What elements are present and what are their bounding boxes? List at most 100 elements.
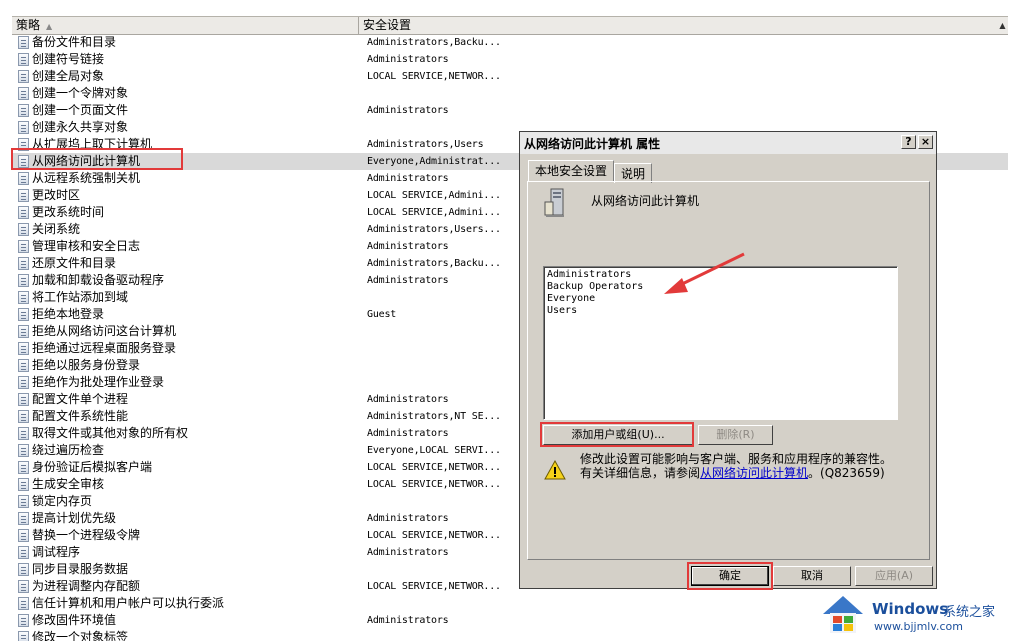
policy-icon <box>18 393 29 406</box>
policy-icon <box>18 597 29 610</box>
warning-line-1: 修改此设置可能影响与客户端、服务和应用程序的兼容性。 <box>580 452 893 466</box>
policy-icon <box>18 172 29 185</box>
column-header-setting[interactable]: 安全设置 <box>359 17 995 34</box>
policy-icon <box>18 121 29 134</box>
policy-name: 修改固件环境值 <box>32 613 117 627</box>
policy-name: 绕过遍历检查 <box>32 443 105 457</box>
tab-explain[interactable]: 说明 <box>614 163 653 183</box>
column-header-policy[interactable]: 策略 ▲ <box>12 17 359 34</box>
policy-setting-value: LOCAL SERVICE,NETWOR... <box>367 462 501 473</box>
scroll-up-icon[interactable]: ▲ <box>997 17 1008 34</box>
cancel-button[interactable]: 取消 <box>773 566 851 586</box>
server-icon <box>544 188 564 217</box>
policy-name: 为进程调整内存配额 <box>32 579 141 593</box>
policy-setting-value: Administrators <box>367 513 449 524</box>
policy-name: 调试程序 <box>32 545 81 559</box>
highlight-selected-row <box>11 148 183 170</box>
tab-local-security-setting[interactable]: 本地安全设置 <box>528 160 615 182</box>
policy-icon <box>18 87 29 100</box>
policy-name: 拒绝从网络访问这台计算机 <box>32 324 177 338</box>
policy-setting-value: Administrators,Users <box>367 139 484 150</box>
policy-setting-value: LOCAL SERVICE,NETWOR... <box>367 71 501 82</box>
policy-name: 信任计算机和用户帐户可以执行委派 <box>32 596 225 610</box>
policy-name: 拒绝作为批处理作业登录 <box>32 375 165 389</box>
annotation-arrow-icon <box>664 252 745 294</box>
highlight-ok-button <box>687 562 773 590</box>
sort-ascending-icon: ▲ <box>46 22 53 31</box>
watermark-brand: Windows <box>872 600 949 618</box>
policy-setting-value: Administrators <box>367 394 449 405</box>
policy-setting-value: Administrators,Backu... <box>367 37 501 48</box>
policy-setting-value: Administrators <box>367 615 449 626</box>
policy-icon <box>18 512 29 525</box>
policy-name: 同步目录服务数据 <box>32 562 129 576</box>
policy-name: 关闭系统 <box>32 222 81 236</box>
warning-text: 修改此设置可能影响与客户端、服务和应用程序的兼容性。 有关详细信息，请参阅从网络… <box>580 452 925 480</box>
policy-name: 替换一个进程级令牌 <box>32 528 141 542</box>
policy-name: 更改时区 <box>32 188 81 202</box>
warning-kb: 。(Q823659) <box>808 466 885 480</box>
policy-setting-value: LOCAL SERVICE,NETWOR... <box>367 479 501 490</box>
policy-icon <box>18 342 29 355</box>
policy-icon <box>18 291 29 304</box>
policy-name: 身份验证后模拟客户端 <box>32 460 153 474</box>
member-item[interactable]: Backup Operators <box>547 281 643 293</box>
remove-button[interactable]: 删除(R) <box>698 425 773 445</box>
policy-setting-value: Administrators,Users... <box>367 224 501 235</box>
policy-icon <box>18 427 29 440</box>
policy-icon <box>18 410 29 423</box>
policy-name: 备份文件和目录 <box>32 35 117 49</box>
policy-name: 创建一个令牌对象 <box>32 86 129 100</box>
policy-setting-value: Administrators <box>367 241 449 252</box>
table-row[interactable]: 备份文件和目录 Administrators,Backu... <box>12 34 1008 51</box>
member-item[interactable]: Everyone <box>547 293 595 305</box>
policy-name: 更改系统时间 <box>32 205 105 219</box>
policy-icon <box>18 563 29 576</box>
policy-icon <box>18 206 29 219</box>
properties-dialog: 从网络访问此计算机 属性 ? × 本地安全设置 说明 从网络访问此计算机 Adm… <box>519 131 937 590</box>
help-button[interactable]: ? <box>901 135 916 149</box>
table-row[interactable]: 创建一个页面文件 Administrators <box>12 102 1008 119</box>
apply-button[interactable]: 应用(A) <box>855 566 933 586</box>
policy-name: 从远程系统强制关机 <box>32 171 141 185</box>
policy-setting-value: Everyone,LOCAL SERVI... <box>367 445 501 456</box>
policy-name: 管理审核和安全日志 <box>32 239 141 253</box>
member-item[interactable]: Administrators <box>547 269 631 281</box>
policy-icon <box>18 257 29 270</box>
policy-icon <box>18 104 29 117</box>
policy-name: 提高计划优先级 <box>32 511 117 525</box>
policy-icon <box>18 444 29 457</box>
policy-icon <box>18 53 29 66</box>
table-row[interactable]: 创建一个令牌对象 <box>12 85 1008 102</box>
warning-line-2: 有关详细信息，请参阅从网络访问此计算机。(Q823659) <box>580 466 925 480</box>
column-header-policy-label: 策略 <box>16 18 41 32</box>
policy-name: 配置文件系统性能 <box>32 409 129 423</box>
policy-setting-value: LOCAL SERVICE,NETWOR... <box>367 530 501 541</box>
policy-name: 加载和卸载设备驱动程序 <box>32 273 165 287</box>
policy-name: 拒绝通过远程桌面服务登录 <box>32 341 177 355</box>
close-button[interactable]: × <box>918 135 933 149</box>
policy-icon <box>18 546 29 559</box>
policy-name: 锁定内存页 <box>32 494 93 508</box>
policy-icon <box>18 631 29 641</box>
policy-setting-value: Administrators <box>367 428 449 439</box>
dialog-titlebar[interactable]: 从网络访问此计算机 属性 ? × <box>520 132 936 154</box>
policy-icon <box>18 614 29 627</box>
warning-icon <box>544 460 566 480</box>
policy-icon <box>18 325 29 338</box>
policy-name: 创建符号链接 <box>32 52 105 66</box>
policy-name: 配置文件单个进程 <box>32 392 129 406</box>
policy-setting-value: Administrators,Backu... <box>367 258 501 269</box>
watermark: Windows 系统之家 www.bjjmlv.com <box>812 586 1007 638</box>
table-row[interactable]: 创建全局对象 LOCAL SERVICE,NETWOR... <box>12 68 1008 85</box>
policy-icon <box>18 274 29 287</box>
column-header-setting-label: 安全设置 <box>363 18 412 32</box>
dialog-title: 从网络访问此计算机 属性 <box>524 137 661 151</box>
windows-logo-icon <box>823 596 863 633</box>
policy-icon <box>18 308 29 321</box>
policy-icon <box>18 36 29 49</box>
policy-name: 创建永久共享对象 <box>32 120 129 134</box>
help-link[interactable]: 从网络访问此计算机 <box>700 466 808 480</box>
member-item[interactable]: Users <box>547 305 577 317</box>
table-row[interactable]: 创建符号链接 Administrators <box>12 51 1008 68</box>
